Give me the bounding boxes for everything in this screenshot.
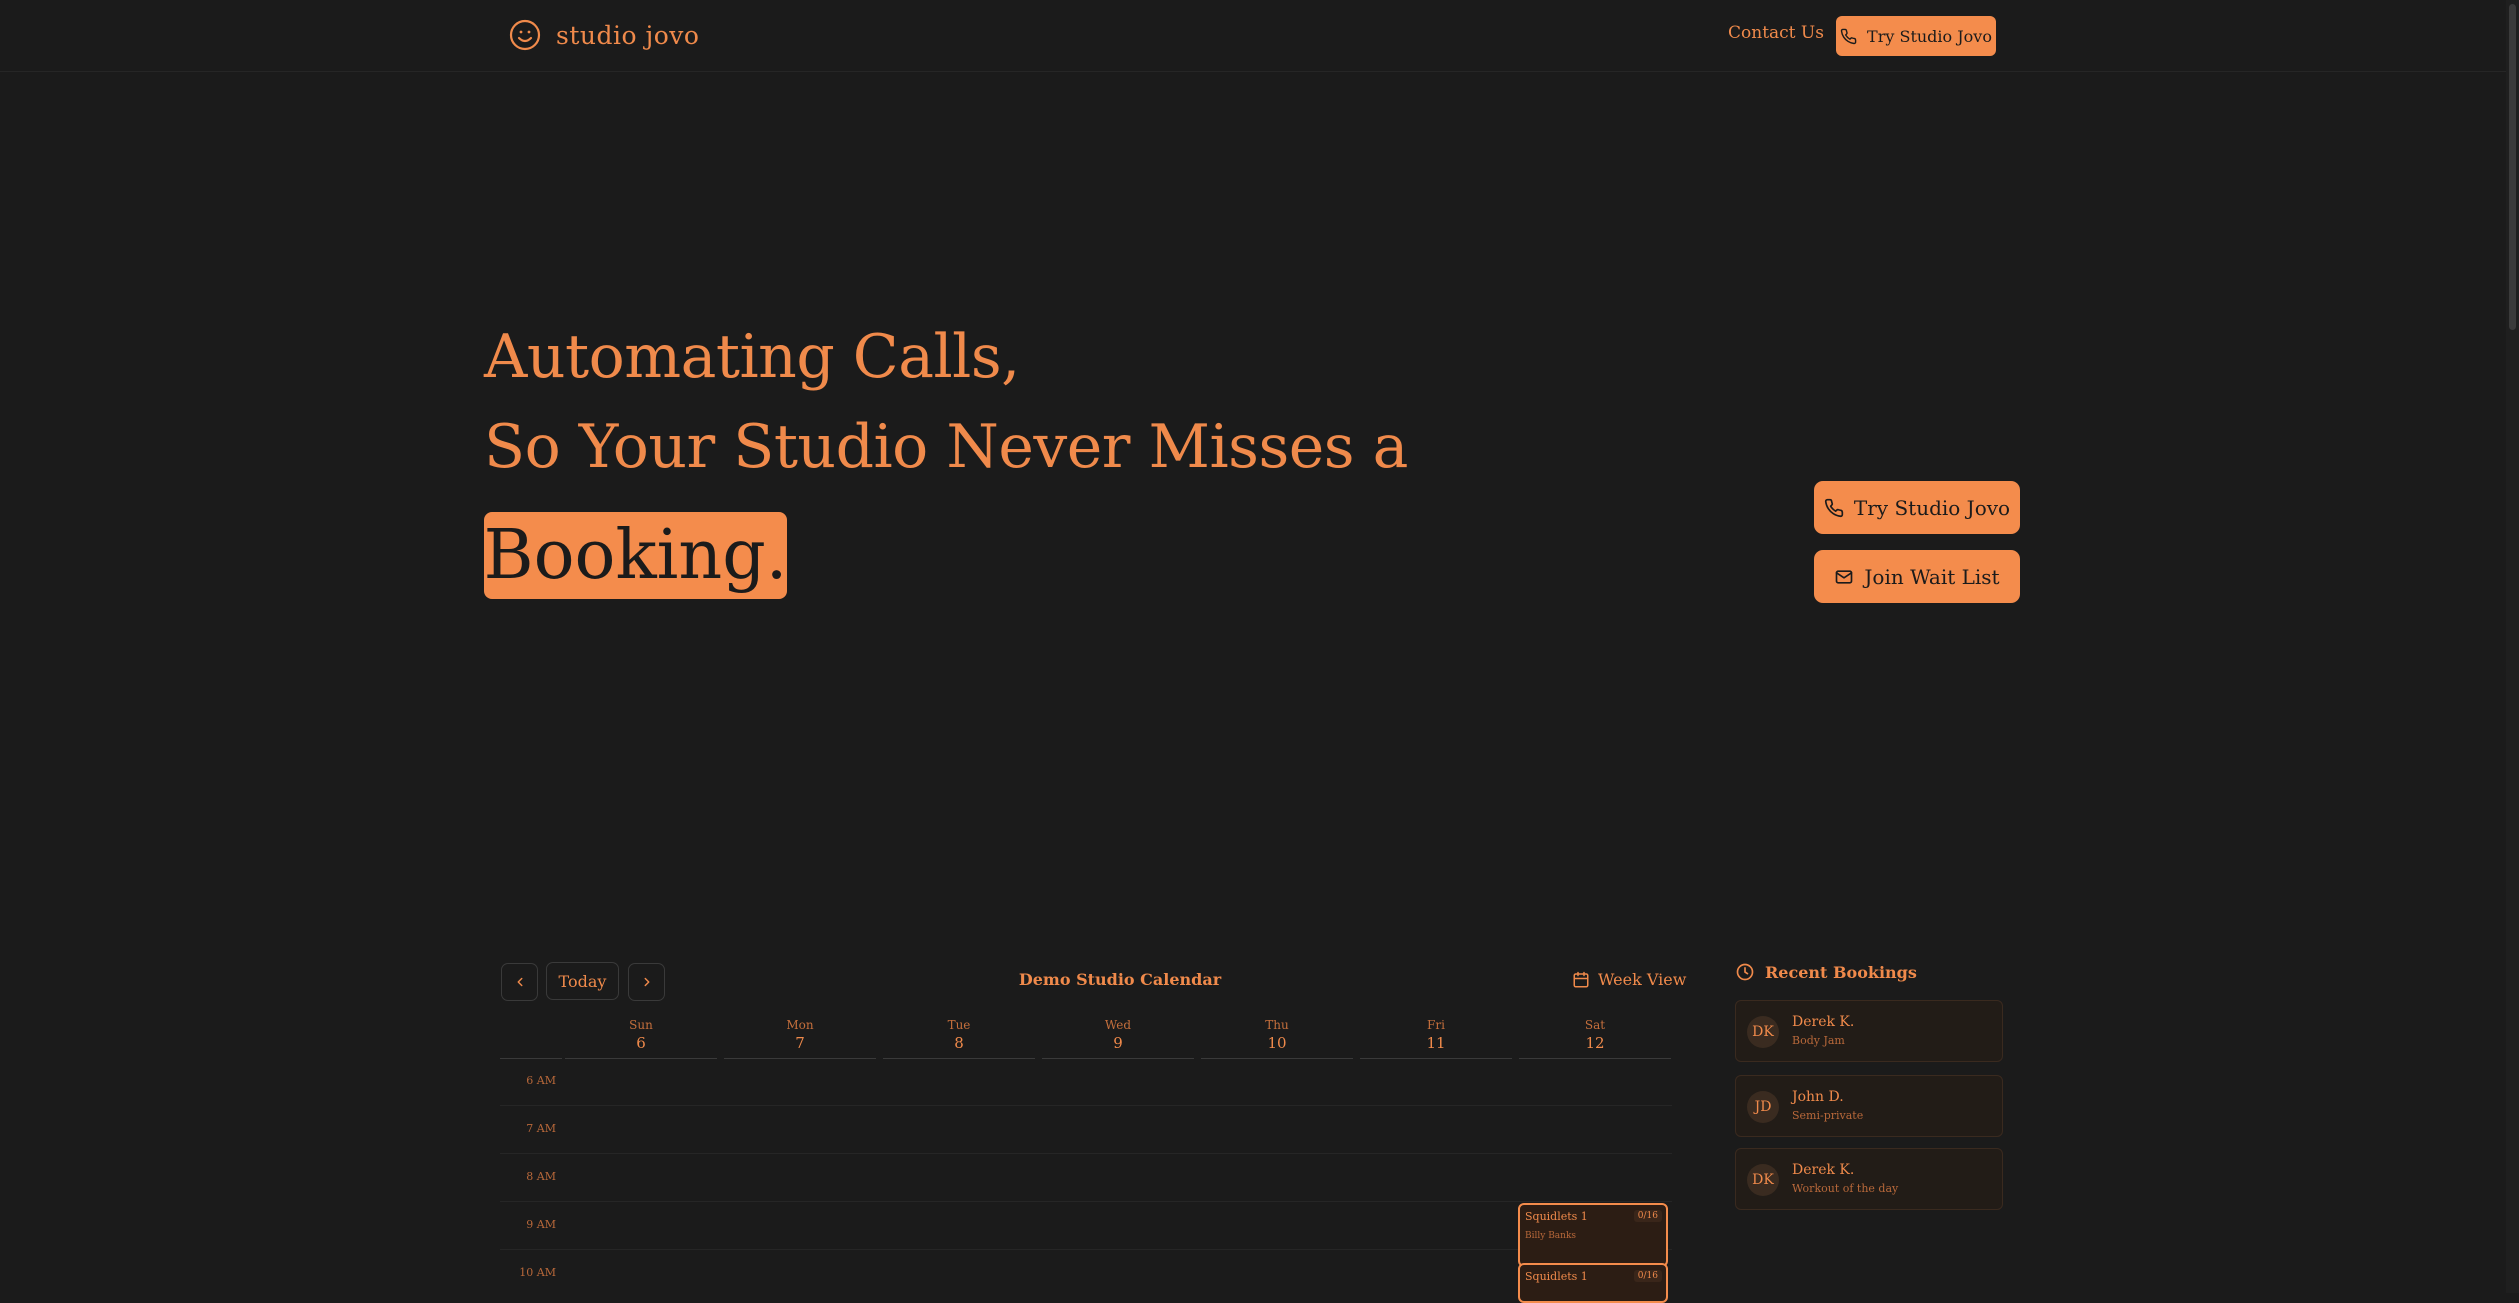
day-name: Thu: [1265, 1018, 1289, 1032]
day-number: 7: [795, 1034, 805, 1052]
avatar: JD: [1747, 1091, 1779, 1123]
day-number: 12: [1585, 1034, 1605, 1052]
chevron-left-icon: [517, 977, 522, 987]
nav-try-button[interactable]: Try Studio Jovo: [1836, 16, 1996, 56]
time-row-divider: [500, 1201, 1672, 1202]
booking-name: Derek K.: [1792, 1014, 1855, 1030]
avatar: DK: [1747, 1164, 1779, 1196]
page-scrollbar[interactable]: [2506, 0, 2519, 1293]
mail-icon: [1836, 569, 1853, 584]
phone-icon: [1824, 498, 1844, 517]
booking-name: Derek K.: [1792, 1162, 1855, 1178]
hero-try-label: Try Studio Jovo: [1853, 495, 2011, 520]
event-capacity-badge: 0/16: [1633, 1210, 1662, 1222]
calendar-prev-button[interactable]: [501, 963, 538, 1001]
day-name: Sat: [1584, 1018, 1606, 1032]
booking-card[interactable]: JD John D. Semi-private: [1735, 1075, 2003, 1137]
day-header: Fri 11: [1360, 1018, 1512, 1052]
day-name: Wed: [1104, 1018, 1132, 1032]
day-name: Fri: [1427, 1018, 1445, 1032]
day-header: Thu 10: [1201, 1018, 1353, 1052]
event-instructor: Billy Banks: [1525, 1231, 1577, 1241]
header-divider: [1519, 1058, 1671, 1059]
day-header: Mon 7: [724, 1018, 876, 1052]
smiley-logo-icon: [509, 19, 541, 51]
time-label: 8 AM: [526, 1170, 556, 1183]
scrollbar-thumb[interactable]: [2509, 4, 2516, 330]
calendar-today-button[interactable]: Today: [546, 962, 619, 1000]
calendar-next-button[interactable]: [628, 963, 665, 1001]
calendar-icon: [1573, 971, 1589, 987]
week-view-toggle[interactable]: Week View: [1572, 970, 1686, 989]
phone-icon: [1840, 28, 1857, 44]
event-capacity-badge: 0/16: [1633, 1270, 1662, 1282]
join-wait-list-button[interactable]: Join Wait List: [1814, 550, 2020, 603]
day-header: Sat 12: [1519, 1018, 1671, 1052]
booking-card[interactable]: DK Derek K. Body Jam: [1735, 1000, 2003, 1062]
recent-bookings-heading: Recent Bookings: [1735, 962, 1917, 982]
hero-highlight-word: Booking.: [484, 512, 787, 599]
header-divider: [1360, 1058, 1512, 1059]
booking-name: John D.: [1792, 1089, 1844, 1105]
top-nav: studio jovo Contact Us Try Studio Jovo: [0, 0, 2506, 72]
time-label: 6 AM: [526, 1074, 556, 1087]
event-title: Squidlets 1: [1525, 1210, 1588, 1223]
header-divider: [500, 1058, 562, 1059]
booking-class: Body Jam: [1792, 1034, 1845, 1047]
time-label: 10 AM: [519, 1266, 556, 1279]
avatar: DK: [1747, 1016, 1779, 1048]
hero-headline-line1: Automating Calls,: [484, 322, 1020, 392]
calendar-event[interactable]: Squidlets 1 0/16 Billy Banks: [1518, 1203, 1668, 1267]
time-label: 9 AM: [526, 1218, 556, 1231]
time-row-divider: [500, 1105, 1672, 1106]
booking-class: Workout of the day: [1792, 1182, 1899, 1195]
booking-card[interactable]: DK Derek K. Workout of the day: [1735, 1148, 2003, 1210]
header-divider: [724, 1058, 876, 1059]
day-header: Tue 8: [883, 1018, 1035, 1052]
day-name: Mon: [786, 1018, 814, 1032]
time-row-divider: [500, 1153, 1672, 1154]
chevron-right-icon: [644, 977, 649, 987]
day-name: Sun: [629, 1018, 653, 1032]
hero-try-button[interactable]: Try Studio Jovo: [1814, 481, 2020, 534]
week-view-label: Week View: [1598, 970, 1687, 989]
brand-name: studio jovo: [556, 20, 700, 50]
join-wait-list-label: Join Wait List: [1864, 564, 2000, 589]
time-row-divider: [500, 1249, 1672, 1250]
day-number: 6: [636, 1034, 646, 1052]
day-name: Tue: [947, 1018, 971, 1032]
header-divider: [1201, 1058, 1353, 1059]
recent-bookings-title: Recent Bookings: [1765, 962, 1917, 982]
nav-try-label: Try Studio Jovo: [1867, 26, 1992, 46]
header-divider: [565, 1058, 717, 1059]
day-header: Wed 9: [1042, 1018, 1194, 1052]
header-divider: [883, 1058, 1035, 1059]
clock-icon: [1736, 963, 1754, 981]
hero-headline-line2: So Your Studio Never Misses a: [484, 412, 1408, 482]
day-header: Sun 6: [565, 1018, 717, 1052]
contact-us-link[interactable]: Contact Us: [1728, 23, 1824, 43]
day-number: 11: [1426, 1034, 1446, 1052]
booking-class: Semi-private: [1792, 1109, 1864, 1122]
calendar-event[interactable]: Squidlets 1 0/16: [1518, 1263, 1668, 1303]
event-title: Squidlets 1: [1525, 1270, 1588, 1283]
calendar-title: Demo Studio Calendar: [1018, 970, 1222, 989]
day-number: 10: [1267, 1034, 1287, 1052]
day-number: 9: [1113, 1034, 1123, 1052]
brand-logo[interactable]: studio jovo: [508, 18, 699, 52]
time-label: 7 AM: [526, 1122, 556, 1135]
header-divider: [1042, 1058, 1194, 1059]
day-number: 8: [954, 1034, 964, 1052]
